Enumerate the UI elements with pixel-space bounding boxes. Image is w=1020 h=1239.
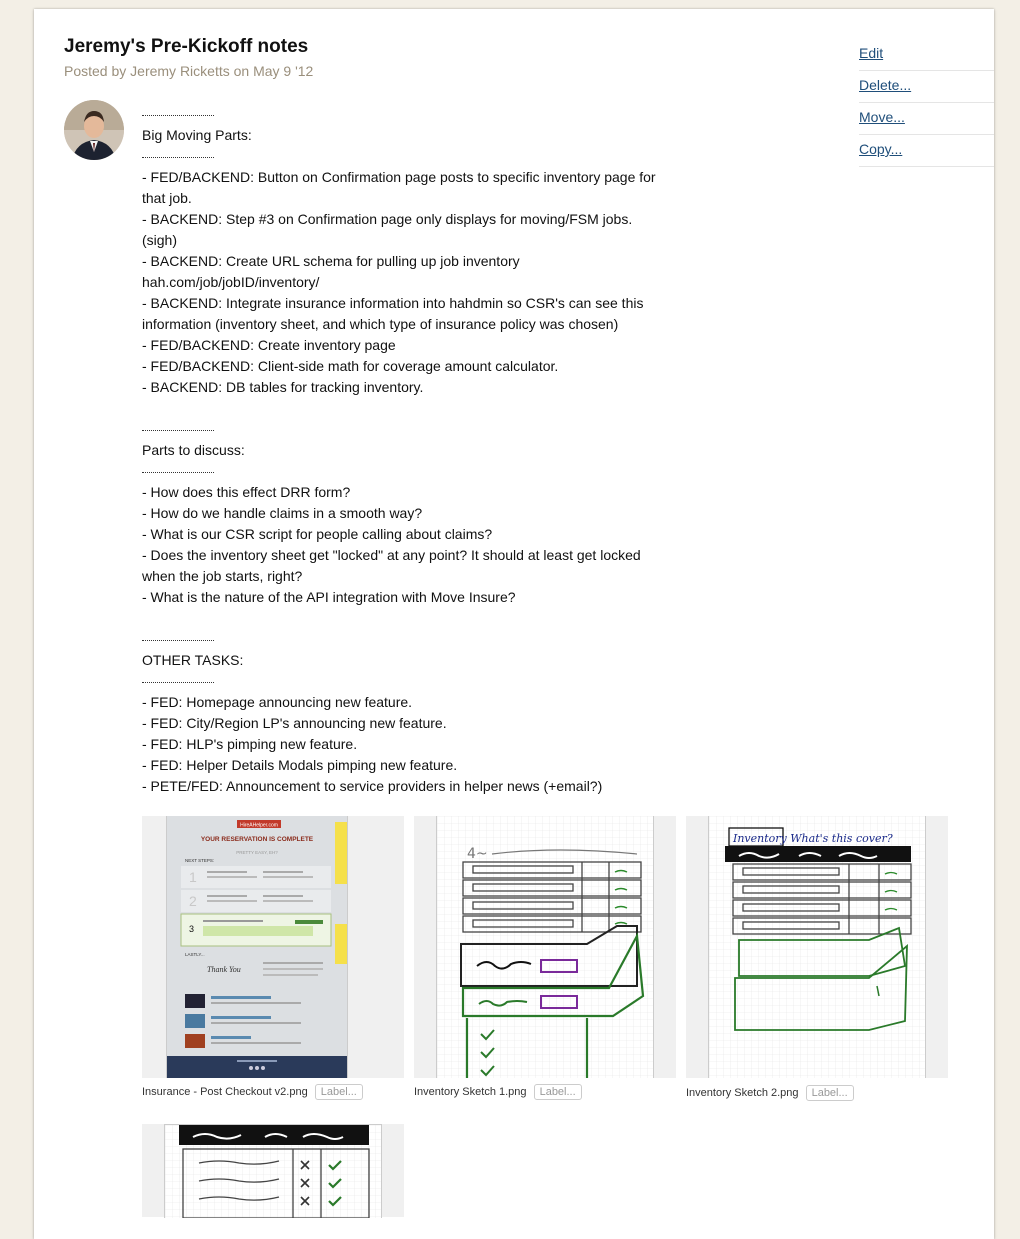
- move-link[interactable]: Move...: [859, 104, 994, 135]
- note-line: - BACKEND: Integrate insurance informati…: [142, 295, 644, 311]
- delete-link[interactable]: Delete...: [859, 72, 994, 103]
- section-heading: Parts to discuss:: [142, 442, 245, 458]
- sketch-image: Inventory What's this cover?: [709, 816, 925, 1078]
- mockup-image: HireAHelper.com YOUR RESERVATION IS COMP…: [167, 816, 379, 1078]
- label-button[interactable]: Label...: [314, 1084, 363, 1100]
- mockup-step-number: 3: [189, 924, 194, 934]
- mockup-subline: PRETTY EASY, EH?: [236, 850, 278, 855]
- note-line: - FED/BACKEND: Create inventory page: [142, 337, 396, 353]
- attachment-caption: Inventory Sketch 2.png Label...: [686, 1085, 854, 1101]
- post-title: Jeremy's Pre-Kickoff notes: [64, 36, 309, 57]
- mockup-lastly: LASTLY...: [185, 952, 205, 957]
- note-line: information (inventory sheet, and which …: [142, 316, 619, 332]
- note-line: hah.com/job/jobID/inventory/: [142, 274, 320, 290]
- note-line: - Does the inventory sheet get "locked" …: [142, 547, 641, 563]
- mockup-thank-you: Thank You: [207, 965, 241, 974]
- note-line: - FED: Helper Details Modals pimping new…: [142, 757, 458, 773]
- sketch-note: 4~: [467, 846, 488, 862]
- attachment-filename[interactable]: Inventory Sketch 1.png: [414, 1086, 527, 1098]
- note-line: - BACKEND: Create URL schema for pulling…: [142, 253, 520, 269]
- label-button[interactable]: Label...: [533, 1084, 582, 1100]
- avatar-photo: [64, 100, 124, 160]
- divider: [142, 639, 214, 641]
- sketch-note: Inventory What's this cover?: [732, 832, 893, 845]
- note-line: - What is the nature of the API integrat…: [142, 589, 516, 605]
- note-line: - FED: Homepage announcing new feature.: [142, 694, 413, 710]
- mockup-brand: HireAHelper.com: [240, 823, 278, 829]
- label-button[interactable]: Label...: [805, 1085, 854, 1101]
- section-heading: Big Moving Parts:: [142, 127, 252, 143]
- svg-text:2: 2: [189, 893, 197, 909]
- note-line: - FED: City/Region LP's announcing new f…: [142, 715, 447, 731]
- note-line: - BACKEND: DB tables for tracking invent…: [142, 379, 424, 395]
- note-line: that job.: [142, 190, 192, 206]
- post-body: Big Moving Parts: - FED/BACKEND: Button …: [142, 104, 687, 797]
- attachment-filename[interactable]: Inventory Sketch 2.png: [686, 1087, 799, 1099]
- sketch-image: 4~: [437, 816, 653, 1078]
- note-line: - How does this effect DRR form?: [142, 484, 351, 500]
- note-line: - FED/BACKEND: Client-side math for cove…: [142, 358, 559, 374]
- edit-link[interactable]: Edit: [859, 40, 994, 71]
- sketch-image: [165, 1125, 381, 1219]
- post-byline: Posted by Jeremy Ricketts on May 9 '12: [64, 63, 314, 79]
- note-line: - How do we handle claims in a smooth wa…: [142, 505, 423, 521]
- note-line: when the job starts, right?: [142, 568, 303, 584]
- avatar: [64, 100, 124, 160]
- attachment-thumbnail[interactable]: HireAHelper.com YOUR RESERVATION IS COMP…: [142, 816, 404, 1078]
- note-line: - What is our CSR script for people call…: [142, 526, 493, 542]
- mockup-next-steps: NEXT STEPS:: [185, 858, 214, 863]
- mockup-headline: YOUR RESERVATION IS COMPLETE: [201, 836, 314, 843]
- divider: [142, 156, 214, 158]
- copy-link[interactable]: Copy...: [859, 136, 994, 167]
- note-line: (sigh): [142, 232, 178, 248]
- divider: [142, 471, 214, 473]
- divider: [142, 114, 214, 116]
- note-line: - BACKEND: Step #3 on Confirmation page …: [142, 211, 633, 227]
- divider: [142, 681, 214, 683]
- divider: [142, 429, 214, 431]
- svg-text:1: 1: [189, 869, 197, 885]
- attachment-thumbnail[interactable]: 4~: [414, 816, 676, 1078]
- note-line: - FED/BACKEND: Button on Confirmation pa…: [142, 169, 656, 185]
- attachment-thumbnail[interactable]: [142, 1124, 404, 1219]
- section-heading: OTHER TASKS:: [142, 652, 244, 668]
- note-line: - FED: HLP's pimping new feature.: [142, 736, 358, 752]
- note-line: - PETE/FED: Announcement to service prov…: [142, 778, 603, 794]
- attachment-caption: Inventory Sketch 1.png Label...: [414, 1084, 582, 1100]
- attachment-caption: Insurance - Post Checkout v2.png Label..…: [142, 1084, 363, 1100]
- post-actions: Edit Delete... Move... Copy...: [859, 40, 994, 168]
- attachment-filename[interactable]: Insurance - Post Checkout v2.png: [142, 1086, 308, 1098]
- attachment-thumbnail[interactable]: Inventory What's this cover?: [686, 816, 948, 1078]
